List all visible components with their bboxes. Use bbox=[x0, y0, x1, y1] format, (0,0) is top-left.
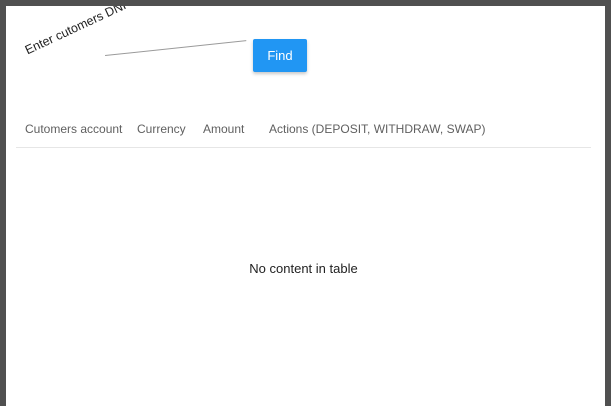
column-header-account[interactable]: Cutomers account bbox=[25, 122, 122, 136]
column-header-amount[interactable]: Amount bbox=[203, 122, 244, 136]
empty-table-message: No content in table bbox=[249, 261, 358, 276]
find-button[interactable]: Find bbox=[253, 39, 307, 72]
dni-search-input[interactable] bbox=[21, 6, 139, 60]
dni-field-container bbox=[21, 6, 139, 60]
table-header: Cutomers account Currency Amount Actions… bbox=[16, 111, 591, 148]
column-header-currency[interactable]: Currency bbox=[137, 122, 186, 136]
column-header-actions[interactable]: Actions (DEPOSIT, WITHDRAW, SWAP) bbox=[269, 122, 485, 136]
main-panel: Find Cutomers account Currency Amount Ac… bbox=[6, 6, 605, 406]
dni-input-underline bbox=[105, 40, 247, 56]
